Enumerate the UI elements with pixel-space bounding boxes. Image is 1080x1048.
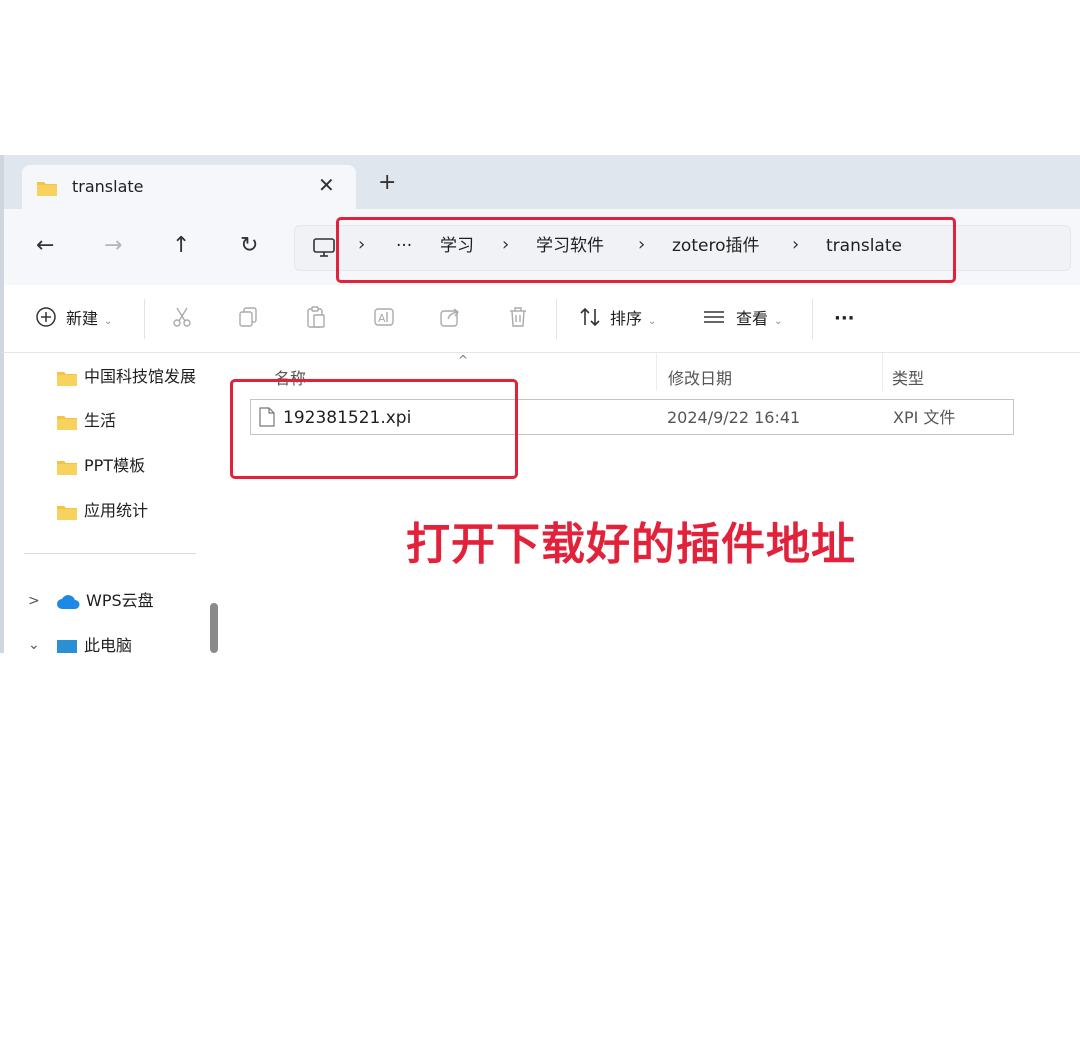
rename-icon[interactable]: A	[372, 305, 396, 329]
address-row: ← → ↑ ↻ › ··· 学习 › 学习软件 › zotero插件 › tra…	[0, 209, 1080, 285]
new-button[interactable]: 新建 ⌄	[66, 307, 112, 334]
sidebar-item-folder[interactable]: 中国科技馆发展	[56, 365, 196, 389]
file-list: ^ 名称 修改日期 类型 192381521.xpi 2024/9/22 16:…	[222, 353, 1080, 653]
sidebar-item-folder[interactable]: PPT模板	[56, 454, 145, 478]
tab-translate[interactable]: translate ✕	[22, 165, 356, 209]
view-icon	[704, 311, 724, 323]
up-button[interactable]: ↑	[172, 231, 190, 261]
delete-icon[interactable]	[506, 305, 530, 329]
view-label: 查看	[736, 309, 769, 328]
folder-icon	[57, 460, 77, 475]
folder-icon	[57, 371, 77, 386]
copy-icon[interactable]	[236, 305, 260, 329]
forward-button[interactable]: →	[104, 231, 122, 261]
computer-icon	[57, 639, 77, 653]
sidebar-item-wps-cloud[interactable]: WPS云盘	[56, 589, 154, 613]
sidebar-item-label: 此电脑	[84, 636, 133, 653]
view-button[interactable]: 查看 ⌄	[736, 307, 782, 334]
sidebar-item-label: 中国科技馆发展	[84, 367, 197, 386]
more-options-button[interactable]: ···	[834, 307, 855, 331]
toolbar-divider	[556, 299, 557, 339]
close-tab-icon[interactable]: ✕	[318, 173, 335, 197]
chevron-down-icon: ⌄	[774, 316, 783, 327]
sidebar-item-label: WPS云盘	[86, 591, 154, 610]
folder-icon	[37, 182, 57, 196]
sidebar-item-folder[interactable]: 生活	[56, 409, 116, 433]
sidebar-item-label: PPT模板	[84, 456, 146, 475]
folder-icon	[57, 505, 77, 520]
sort-ascending-icon: ^	[458, 353, 469, 367]
sidebar-item-this-pc[interactable]: 此电脑	[56, 634, 132, 653]
paste-icon[interactable]	[304, 305, 328, 329]
cut-icon[interactable]	[170, 305, 194, 329]
collapse-chevron-icon[interactable]: ⌄	[28, 633, 40, 653]
sort-button[interactable]: 排序 ⌄	[610, 307, 656, 334]
breadcrumb-highlight-box	[336, 217, 956, 283]
cloud-icon	[57, 594, 80, 609]
new-label: 新建	[66, 309, 99, 328]
toolbar-divider	[812, 299, 813, 339]
tab-bar: translate ✕ +	[0, 155, 1080, 209]
column-divider	[656, 353, 657, 391]
svg-text:A: A	[378, 312, 386, 325]
computer-icon	[313, 238, 335, 257]
chevron-down-icon: ⌄	[648, 316, 657, 327]
file-modified: 2024/9/22 16:41	[667, 408, 801, 427]
file-type: XPI 文件	[893, 408, 956, 427]
command-bar: 新建 ⌄ A 排序 ⌄ 查看 ⌄ ···	[0, 285, 1080, 353]
new-tab-button[interactable]: +	[378, 172, 396, 194]
sort-label: 排序	[610, 309, 643, 328]
file-highlight-box	[230, 379, 518, 479]
share-icon[interactable]	[438, 305, 462, 329]
column-divider	[882, 353, 883, 391]
sidebar-item-folder[interactable]: 应用统计	[56, 499, 148, 523]
back-button[interactable]: ←	[36, 231, 54, 261]
file-explorer-window: translate ✕ + ← → ↑ ↻ › ··· 学习 › 学习软件 › …	[0, 155, 1080, 653]
navigation-pane: 中国科技馆发展 生活 PPT模板 应用统计 > WPS云盘 ⌄ 此电脑	[0, 353, 222, 653]
tab-title: translate	[72, 177, 144, 196]
toolbar-divider	[144, 299, 145, 339]
column-header-type[interactable]: 类型	[892, 365, 924, 389]
sidebar-divider	[24, 553, 196, 554]
sidebar-scrollbar[interactable]	[210, 603, 218, 653]
sidebar-item-label: 应用统计	[84, 501, 149, 520]
sort-icon	[580, 307, 600, 327]
new-icon	[36, 307, 56, 327]
expand-chevron-icon[interactable]: >	[28, 589, 40, 613]
chevron-down-icon: ⌄	[104, 316, 113, 327]
column-header-modified[interactable]: 修改日期	[668, 365, 732, 389]
sidebar-item-label: 生活	[84, 411, 117, 430]
folder-icon	[57, 415, 77, 430]
refresh-button[interactable]: ↻	[240, 231, 258, 261]
annotation-text: 打开下载好的插件地址	[406, 519, 856, 570]
